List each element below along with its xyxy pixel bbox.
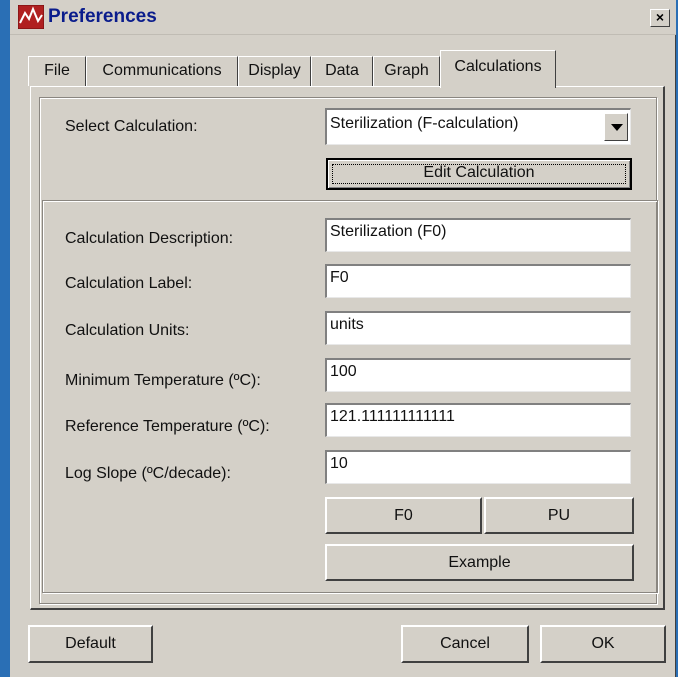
- tab-communications[interactable]: Communications: [86, 56, 238, 86]
- select-calculation-label: Select Calculation:: [65, 118, 198, 135]
- edit-calculation-button[interactable]: Edit Calculation: [326, 158, 632, 190]
- ok-button[interactable]: OK: [540, 625, 666, 663]
- f0-button[interactable]: F0: [325, 497, 482, 534]
- title-bar[interactable]: Preferences ×: [10, 0, 676, 35]
- select-calculation-value: Sterilization (F-calculation): [330, 115, 519, 132]
- calculation-details-group: [42, 200, 658, 593]
- tab-label: File: [44, 62, 70, 79]
- tab-graph[interactable]: Graph: [373, 56, 440, 86]
- close-icon: ×: [655, 9, 665, 25]
- minimum-temperature-label: Minimum Temperature (ºC):: [65, 372, 261, 389]
- default-button[interactable]: Default: [28, 625, 153, 663]
- tab-label: Communications: [102, 62, 222, 79]
- tab-file[interactable]: File: [28, 56, 86, 86]
- calculation-units-field[interactable]: units: [325, 311, 631, 345]
- tab-data[interactable]: Data: [311, 56, 373, 86]
- tab-display[interactable]: Display: [238, 56, 311, 86]
- minimum-temperature-field[interactable]: 100: [325, 358, 631, 392]
- tab-label: Data: [325, 62, 359, 79]
- calculation-description-field[interactable]: Sterilization (F0): [325, 218, 631, 252]
- reference-temperature-label: Reference Temperature (ºC):: [65, 418, 270, 435]
- default-button-label: Default: [65, 635, 116, 652]
- window-title: Preferences: [48, 6, 157, 27]
- tab-label: Display: [248, 62, 301, 79]
- reference-temperature-field[interactable]: 121.111111111111: [325, 403, 631, 437]
- edit-calculation-label: Edit Calculation: [423, 164, 535, 181]
- log-slope-label: Log Slope (ºC/decade):: [65, 465, 231, 482]
- pu-button-label: PU: [547, 507, 571, 524]
- preferences-window: Preferences × File Communications Displa…: [10, 0, 676, 677]
- calculation-label-field[interactable]: F0: [325, 264, 631, 298]
- tab-label: Calculations: [454, 58, 542, 75]
- tab-calculations[interactable]: Calculations: [440, 50, 556, 88]
- example-button-label: Example: [448, 554, 511, 571]
- dropdown-arrow-button[interactable]: [604, 113, 628, 141]
- calculation-description-label: Calculation Description:: [65, 230, 234, 247]
- application-icon: [17, 4, 45, 30]
- f0-button-label: F0: [394, 507, 413, 524]
- tab-label: Graph: [384, 62, 429, 79]
- ok-button-label: OK: [591, 635, 615, 652]
- close-button[interactable]: ×: [650, 9, 670, 27]
- calculation-label-label: Calculation Label:: [65, 275, 193, 292]
- example-button[interactable]: Example: [325, 544, 634, 581]
- select-calculation-dropdown[interactable]: Sterilization (F-calculation): [325, 108, 631, 145]
- chevron-down-icon: [611, 124, 623, 131]
- pu-button[interactable]: PU: [484, 497, 634, 534]
- cancel-button-label: Cancel: [440, 635, 490, 652]
- cancel-button[interactable]: Cancel: [401, 625, 529, 663]
- log-slope-field[interactable]: 10: [325, 450, 631, 484]
- calculation-units-label: Calculation Units:: [65, 322, 190, 339]
